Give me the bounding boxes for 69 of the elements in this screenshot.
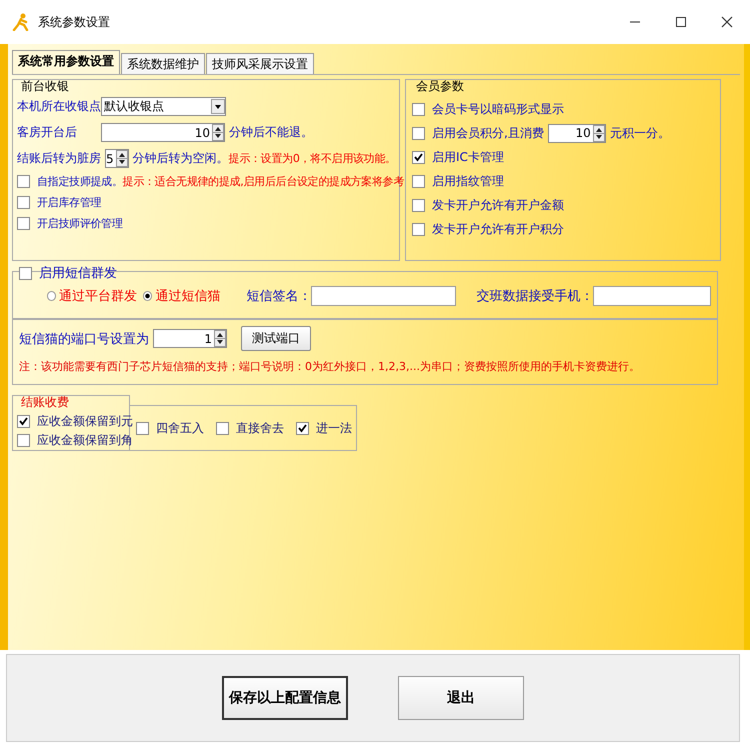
radio-button[interactable] [47, 291, 56, 301]
radio-button[interactable] [143, 291, 152, 301]
option-label: 启用指纹管理 [432, 172, 504, 190]
checkbox[interactable] [216, 422, 229, 434]
spinner-icon [116, 150, 128, 167]
field-label: 本机所在收银点 [17, 98, 101, 115]
checkbox[interactable] [17, 434, 30, 447]
text-field[interactable] [593, 286, 711, 306]
field-label: 短信签名： [246, 288, 312, 305]
field-label: 短信猫的端口号设置为 [19, 330, 149, 348]
unit-text: 分钟后不能退。 [229, 124, 313, 141]
checkbox[interactable] [296, 422, 309, 434]
unit-text: 分钟后转为空闲。 [132, 150, 229, 167]
checkbox[interactable] [136, 422, 149, 434]
option-label: 启用IC卡管理 [432, 148, 504, 166]
hint-text: 提示：适合无规律的提成,启用后后台设定的提成方案将参考 [122, 174, 404, 189]
dropdown[interactable]: 默认收银点 [101, 97, 226, 116]
checkbox[interactable] [412, 102, 425, 116]
running-figure-icon [12, 13, 30, 31]
dialog-button[interactable]: 退出 [398, 676, 524, 720]
group-title: 前台收银 [21, 78, 70, 95]
group-title: 会员参数 [416, 78, 465, 95]
text-field[interactable] [311, 286, 456, 306]
checkbox[interactable] [17, 217, 30, 230]
group-title: 结账收费 [21, 394, 70, 411]
field-label: 结账后转为脏房 [17, 150, 101, 167]
checkbox[interactable] [412, 198, 425, 212]
radio-label: 通过平台群发 [59, 288, 138, 305]
window-title: 系统参数设置 [38, 14, 110, 30]
option-label: 直接舍去 [236, 420, 284, 436]
option-label: 进一法 [316, 420, 352, 436]
checkmark-icon [298, 424, 307, 432]
field-label: 客房开台后 [17, 124, 78, 141]
option-label: 四舍五入 [156, 420, 204, 436]
test-port-button[interactable]: 测试端口 [241, 326, 311, 351]
note-text: 注：该功能需要有西门子芯片短信猫的支持；端口号说明：0为红外接口，1,2,3,...为串口；资费按照所使用的手机卡资费进行。 [19, 359, 641, 374]
spinner-icon [592, 124, 605, 142]
checkbox[interactable] [412, 222, 425, 236]
option-label: 应收金额保留到元 [37, 413, 133, 430]
tab[interactable]: 系统常用参数设置 [12, 50, 120, 74]
option-label: 开启技师评价管理 [37, 216, 123, 231]
checkmark-icon [19, 417, 28, 426]
close-icon [721, 16, 733, 28]
hint-text: 提示：设置为0，将不启用该功能。 [228, 151, 396, 166]
checkbox[interactable] [17, 415, 30, 428]
checkbox[interactable] [412, 174, 425, 188]
checkbox[interactable] [17, 175, 30, 188]
option-label: 开启库存管理 [37, 195, 102, 210]
tab[interactable]: 技师风采展示设置 [206, 53, 314, 74]
option-label: 启用会员积分,且消费 [432, 124, 544, 142]
maximize-icon [675, 16, 687, 28]
dialog-button[interactable]: 保存以上配置信息 [222, 676, 348, 720]
checkbox[interactable] [412, 150, 425, 164]
field-label: 交班数据接受手机： [476, 288, 594, 305]
unit-text: 元积一分。 [610, 124, 670, 142]
checkbox[interactable] [19, 266, 32, 280]
spinner-icon [214, 330, 226, 347]
option-label: 发卡开户允许有开户积分 [432, 220, 564, 238]
radio-label: 通过短信猫 [155, 288, 220, 305]
checkmark-icon [414, 152, 423, 162]
checkbox[interactable] [17, 196, 30, 209]
tab[interactable]: 系统数据维护 [121, 53, 205, 74]
option-label: 应收金额保留到角 [37, 432, 133, 449]
option-label: 自指定技师提成。 [37, 174, 123, 189]
checkbox[interactable] [412, 126, 425, 140]
spinner-icon [212, 124, 224, 141]
option-label: 会员卡号以暗码形式显示 [432, 100, 564, 118]
group-title: 启用短信群发 [39, 265, 117, 282]
option-label: 发卡开户允许有开户金额 [432, 196, 564, 214]
